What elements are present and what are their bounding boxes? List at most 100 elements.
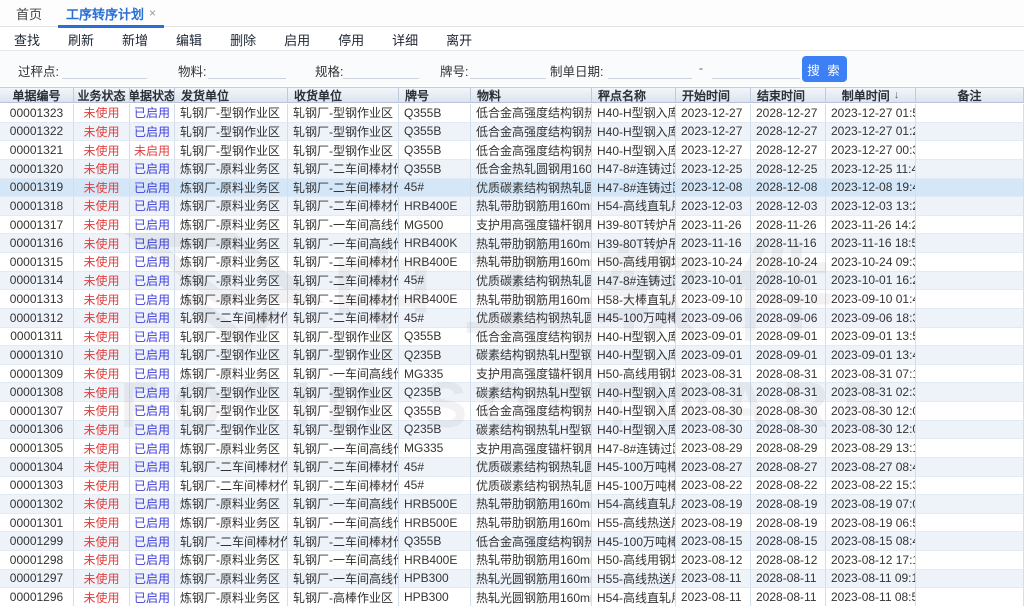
table-row[interactable]: 00001305未使用已启用炼钢厂-原料业务区轧钢厂-一车间高线作业区MG335… [0,439,1024,458]
cell-grade: Q235B [399,383,471,402]
cell-doc_status: 已启用 [130,588,175,606]
order-date-from-input[interactable] [608,59,692,79]
cell-to: 轧钢厂-二车间棒材作业区 [288,458,399,477]
toolbar-button-7[interactable]: 详细 [378,30,432,49]
cell-start: 2023-08-12 [676,551,751,570]
column-header-created[interactable]: 制单时间↓ [826,88,916,102]
toolbar-button-5[interactable]: 启用 [270,30,324,49]
cell-id: 00001299 [0,532,74,551]
table-row[interactable]: 00001306未使用已启用轧钢厂-型钢作业区轧钢厂-型钢作业区Q235B碳素结… [0,421,1024,440]
toolbar-button-4[interactable]: 删除 [216,30,270,49]
weigh-point-input[interactable] [62,59,147,79]
column-header-id[interactable]: 单据编号 [0,88,74,102]
table-row[interactable]: 00001299未使用已启用轧钢厂-二车间棒材作业区轧钢厂-二车间棒材作业区Q3… [0,532,1024,551]
table-row[interactable]: 00001312未使用已启用轧钢厂-二车间棒材作业区轧钢厂-二车间棒材作业区45… [0,309,1024,328]
cell-grade: HRB400K [399,234,471,253]
cell-biz_status: 未使用 [74,179,130,198]
table-row[interactable]: 00001314未使用已启用炼钢厂-原料业务区轧钢厂-二车间棒材作业区45#优质… [0,272,1024,291]
column-header-start[interactable]: 开始时间 [676,88,751,102]
cell-from: 轧钢厂-型钢作业区 [175,402,288,421]
toolbar-button-8[interactable]: 离开 [432,30,486,49]
table-row[interactable]: 00001302未使用已启用炼钢厂-原料业务区轧钢厂-一车间高线作业区HRB50… [0,495,1024,514]
table-row[interactable]: 00001322未使用已启用轧钢厂-型钢作业区轧钢厂-型钢作业区Q355B低合金… [0,123,1024,142]
column-header-grade[interactable]: 牌号 [399,88,471,102]
table-row[interactable]: 00001318未使用已启用炼钢厂-原料业务区轧钢厂-二车间棒材作业区HRB40… [0,197,1024,216]
cell-doc_status: 已启用 [130,328,175,347]
cell-material: 低合金高强度结构钢热轧H型钢 [471,123,592,142]
cell-end: 2028-08-19 [751,514,826,533]
column-header-point[interactable]: 秤点名称 [592,88,676,102]
cell-to: 轧钢厂-一车间高线作业区 [288,439,399,458]
cell-grade: MG500 [399,216,471,235]
cell-doc_status: 已启用 [130,216,175,235]
table-row[interactable]: 00001319未使用已启用炼钢厂-原料业务区轧钢厂-二车间棒材作业区45#优质… [0,179,1024,198]
table-row[interactable]: 00001303未使用已启用轧钢厂-二车间棒材作业区轧钢厂-二车间棒材作业区45… [0,477,1024,496]
table-row[interactable]: 00001317未使用已启用炼钢厂-原料业务区轧钢厂-一车间高线作业区MG500… [0,216,1024,235]
cell-grade: Q235B [399,346,471,365]
cell-point: H40-H型钢入库秤 [592,421,676,440]
cell-note [916,272,1024,291]
cell-created: 2023-11-26 14:26 [826,216,916,235]
table-row[interactable]: 00001323未使用已启用轧钢厂-型钢作业区轧钢厂-型钢作业区Q355B低合金… [0,104,1024,123]
table-row[interactable]: 00001307未使用已启用轧钢厂-型钢作业区轧钢厂-型钢作业区Q355B低合金… [0,402,1024,421]
column-header-note[interactable]: 备注 [916,88,1024,102]
sort-desc-icon: ↓ [894,89,900,101]
cell-material: 热轧带肋钢筋用160mm坯 [471,253,592,272]
table-row[interactable]: 00001320未使用已启用炼钢厂-原料业务区轧钢厂-二车间棒材作业区Q355B… [0,160,1024,179]
spec-input[interactable] [343,59,419,79]
table-row[interactable]: 00001304未使用已启用轧钢厂-二车间棒材作业区轧钢厂-二车间棒材作业区45… [0,458,1024,477]
table-row[interactable]: 00001313未使用已启用炼钢厂-原料业务区轧钢厂-二车间棒材作业区HRB40… [0,290,1024,309]
table-row[interactable]: 00001321未使用未启用轧钢厂-型钢作业区轧钢厂-型钢作业区Q355B低合金… [0,141,1024,160]
toolbar-button-2[interactable]: 新增 [108,30,162,49]
cell-note [916,439,1024,458]
search-button[interactable]: 搜 索 [802,56,847,82]
toolbar-button-3[interactable]: 编辑 [162,30,216,49]
cell-id: 00001317 [0,216,74,235]
cell-material: 热轧带肋钢筋用160mm方坯 [471,495,592,514]
cell-start: 2023-08-30 [676,402,751,421]
cell-point: H47-8#连铸过跨小车 [592,272,676,291]
table-row[interactable]: 00001310未使用已启用轧钢厂-型钢作业区轧钢厂-型钢作业区Q235B碳素结… [0,346,1024,365]
grade-input[interactable] [470,59,546,79]
material-input[interactable] [208,59,286,79]
table-row[interactable]: 00001316未使用已启用炼钢厂-原料业务区轧钢厂-一车间高线作业区HRB40… [0,234,1024,253]
column-header-label: 开始时间 [682,88,730,102]
tab-process-transfer-plan[interactable]: 工序转序计划 × [54,0,168,27]
column-header-biz_status[interactable]: 业务状态 [74,88,130,102]
cell-material: 优质碳素结构钢热轧圆钢用 [471,179,592,198]
column-header-end[interactable]: 结束时间 [751,88,826,102]
table-row[interactable]: 00001301未使用已启用炼钢厂-原料业务区轧钢厂-一车间高线作业区HRB50… [0,514,1024,533]
toolbar-button-1[interactable]: 刷新 [54,30,108,49]
cell-note [916,253,1024,272]
column-header-doc_status[interactable]: 单据状态 [130,88,175,102]
weigh-point-label: 过秤点: [18,61,59,80]
column-header-from[interactable]: 发货单位 [175,88,288,102]
process-transfer-plan-screen: 首页 工序转序计划 × 查找刷新新增编辑删除启用停用详细离开 过秤点: 物料: … [0,0,1024,606]
table-row[interactable]: 00001296未使用已启用炼钢厂-原料业务区轧钢厂-高棒作业区HPB300热轧… [0,588,1024,606]
column-header-label: 单据状态 [130,88,175,102]
cell-material: 低合金高强度结构钢热轧H型钢 [471,104,592,123]
cell-point: H39-80T转炉吊秤（s [592,234,676,253]
column-header-material[interactable]: 物料 [471,88,592,102]
toolbar-button-0[interactable]: 查找 [0,30,54,49]
cell-created: 2023-11-16 18:59 [826,234,916,253]
cell-biz_status: 未使用 [74,421,130,440]
table-row[interactable]: 00001297未使用已启用炼钢厂-原料业务区轧钢厂-一车间高线作业区HPB30… [0,570,1024,589]
cell-grade: HRB400E [399,253,471,272]
toolbar-button-6[interactable]: 停用 [324,30,378,49]
tab-home[interactable]: 首页 [4,0,54,27]
table-row[interactable]: 00001309未使用已启用炼钢厂-原料业务区轧钢厂-一车间高线作业区MG335… [0,365,1024,384]
tab-close-icon[interactable]: × [149,6,156,20]
table-row[interactable]: 00001308未使用已启用轧钢厂-型钢作业区轧钢厂-型钢作业区Q235B碳素结… [0,383,1024,402]
cell-note [916,421,1024,440]
table-row[interactable]: 00001298未使用已启用炼钢厂-原料业务区轧钢厂-一车间高线作业区HRB40… [0,551,1024,570]
cell-biz_status: 未使用 [74,532,130,551]
cell-biz_status: 未使用 [74,477,130,496]
cell-created: 2023-12-27 00:32 [826,141,916,160]
cell-note [916,234,1024,253]
column-header-to[interactable]: 收货单位 [288,88,399,102]
order-date-to-input[interactable] [712,59,800,79]
cell-from: 轧钢厂-型钢作业区 [175,421,288,440]
table-row[interactable]: 00001311未使用已启用轧钢厂-型钢作业区轧钢厂-型钢作业区Q355B低合金… [0,328,1024,347]
table-row[interactable]: 00001315未使用已启用炼钢厂-原料业务区轧钢厂-二车间棒材作业区HRB40… [0,253,1024,272]
